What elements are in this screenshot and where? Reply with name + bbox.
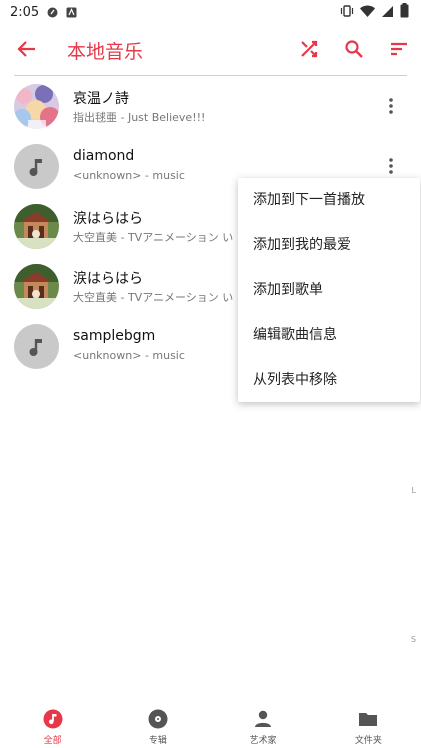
more-options-button[interactable] <box>382 154 400 178</box>
menu-item-add-favorite[interactable]: 添加到我的最爱 <box>238 223 420 268</box>
more-vert-icon <box>389 158 393 174</box>
shuffle-icon <box>301 40 318 58</box>
battery-icon <box>400 3 409 22</box>
nav-tab-artists[interactable]: 艺术家 <box>211 700 316 748</box>
nav-label: 全部 <box>43 736 62 746</box>
index-letter[interactable]: L <box>412 486 416 495</box>
arrow-left-icon <box>17 41 35 57</box>
notification-icon <box>47 7 58 18</box>
nav-tab-albums[interactable]: 专辑 <box>105 700 210 748</box>
album-cover <box>14 264 59 309</box>
album-cover-placeholder <box>14 144 59 189</box>
song-title: 涙はらはら <box>73 211 143 227</box>
nav-tab-all[interactable]: 全部 <box>0 700 105 748</box>
sort-button[interactable] <box>386 36 412 62</box>
music-note-icon <box>42 708 64 730</box>
nav-label: 专辑 <box>148 736 167 746</box>
search-button[interactable] <box>341 36 367 62</box>
index-letter[interactable]: S <box>411 635 416 644</box>
more-vert-icon <box>389 98 393 114</box>
nav-label: 艺术家 <box>249 736 277 746</box>
person-icon <box>252 708 274 730</box>
album-cover <box>14 204 59 249</box>
music-note-icon <box>29 158 42 176</box>
sort-icon <box>391 42 407 56</box>
song-title: diamond <box>73 148 135 164</box>
bottom-navigation: 全部 专辑 艺术家 文件夹 <box>0 700 421 748</box>
more-options-button[interactable] <box>382 94 400 118</box>
song-options-menu: 添加到下一首播放 添加到我的最爱 添加到歌单 编辑歌曲信息 从列表中移除 <box>238 178 420 402</box>
song-subtitle: <unknown> - music <box>73 169 185 182</box>
shuffle-button[interactable] <box>296 36 322 62</box>
app-bar: 本地音乐 <box>0 24 421 74</box>
song-subtitle: <unknown> - music <box>73 349 185 362</box>
song-row[interactable]: 哀温ノ詩 指出毬亜 - Just Believe!!! <box>0 76 421 136</box>
menu-item-remove-from-list[interactable]: 从列表中移除 <box>238 358 420 403</box>
status-time: 2:05 <box>10 4 40 20</box>
album-cover-placeholder <box>14 324 59 369</box>
signal-icon <box>381 3 394 22</box>
song-title: samplebgm <box>73 328 156 344</box>
search-icon <box>345 40 363 58</box>
page-title: 本地音乐 <box>67 41 144 63</box>
song-subtitle: 大空直美 - TVアニメーション い <box>73 291 234 304</box>
song-title: 哀温ノ詩 <box>73 91 129 107</box>
song-subtitle: 指出毬亜 - Just Believe!!! <box>73 111 206 124</box>
nav-label: 文件夹 <box>354 736 382 746</box>
wifi-icon <box>360 3 375 22</box>
folder-icon <box>357 708 379 730</box>
album-icon <box>147 708 169 730</box>
app-notification-icon <box>66 7 77 18</box>
menu-item-add-to-playlist[interactable]: 添加到歌单 <box>238 268 420 313</box>
menu-item-edit-song-info[interactable]: 编辑歌曲信息 <box>238 313 420 358</box>
song-subtitle: 大空直美 - TVアニメーション い <box>73 231 234 244</box>
vibrate-icon <box>340 3 354 22</box>
menu-item-play-next[interactable]: 添加到下一首播放 <box>238 178 420 223</box>
status-bar: 2:05 <box>0 0 421 24</box>
music-note-icon <box>29 338 42 356</box>
song-title: 涙はらはら <box>73 271 143 287</box>
album-cover <box>14 84 59 129</box>
back-button[interactable] <box>14 36 40 62</box>
nav-tab-folders[interactable]: 文件夹 <box>316 700 421 748</box>
status-icons <box>340 3 409 22</box>
